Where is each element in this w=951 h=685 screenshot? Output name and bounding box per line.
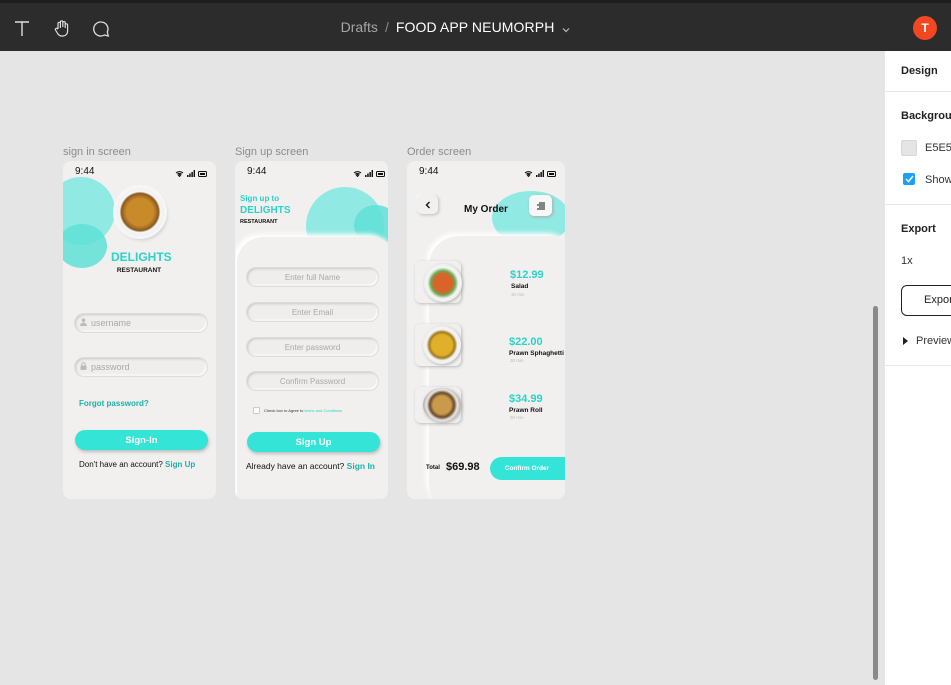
item-name: Prawn Roll: [509, 407, 543, 414]
signup-prompt-text: Don't have an account?: [79, 460, 163, 469]
user-avatar[interactable]: T: [913, 16, 937, 40]
signal-icon: [536, 170, 544, 177]
salad-image: [424, 264, 462, 302]
checkmark-icon: [904, 175, 914, 183]
decor-circle: [63, 224, 107, 268]
item-meta: 30 min: [510, 358, 524, 363]
brand-subtitle: RESTAURANT: [116, 267, 162, 274]
signal-icon: [187, 170, 195, 177]
signup-heading-sub: RESTAURANT: [240, 219, 278, 225]
divider: [885, 91, 951, 92]
show-checkbox[interactable]: [903, 173, 915, 185]
item-price: $34.99: [509, 393, 543, 405]
password-input[interactable]: password: [75, 358, 207, 376]
status-icons: [175, 170, 208, 177]
sign-up-frame[interactable]: 9:44 Sign up to DELIGHTS RESTAURANT Ente…: [235, 161, 388, 499]
sign-up-link[interactable]: Sign Up: [165, 460, 195, 469]
sign-in-link[interactable]: Sign In: [347, 461, 375, 471]
signal-icon: [365, 170, 373, 177]
item-meta: 30 min: [511, 292, 525, 297]
item-meta: 30 min: [510, 415, 524, 420]
spaghetti-image: [423, 326, 461, 364]
frame-label-sign-in[interactable]: sign in screen: [63, 146, 131, 158]
brand-title: DELIGHTS: [111, 250, 172, 264]
sign-up-button[interactable]: Sign Up: [247, 432, 380, 452]
password-placeholder: password: [91, 362, 130, 372]
sign-in-frame[interactable]: 9:44 DELIGHTS RESTAURANT username passwo…: [63, 161, 216, 499]
item-price: $22.00: [509, 336, 543, 348]
breadcrumb: Drafts / FOOD APP NEUMORPH: [0, 19, 911, 36]
chevron-left-icon: [425, 201, 430, 208]
total-label: Total: [426, 465, 440, 471]
breadcrumb-drafts[interactable]: Drafts: [341, 19, 378, 35]
background-hex-value[interactable]: E5E5: [925, 142, 951, 154]
wifi-icon: [353, 171, 362, 177]
signin-prompt-text: Already have an account?: [246, 461, 345, 471]
export-button[interactable]: Expor: [901, 285, 951, 316]
show-label: Show: [925, 174, 951, 186]
tab-design[interactable]: Design: [901, 65, 938, 77]
terms-checkbox[interactable]: [253, 407, 260, 414]
export-heading: Export: [901, 223, 936, 235]
username-input[interactable]: username: [75, 314, 207, 332]
wifi-icon: [175, 171, 184, 177]
user-icon: [80, 318, 87, 328]
password-input[interactable]: Enter password: [247, 338, 378, 356]
status-time: 9:44: [419, 166, 439, 177]
menu-icon: [537, 202, 545, 209]
battery-icon: [547, 170, 556, 177]
signup-prompt: Don't have an account? Sign Up: [79, 460, 195, 469]
canvas-scrollbar[interactable]: [873, 306, 878, 680]
terms-link[interactable]: terms and Conditions: [304, 408, 342, 413]
preview-label[interactable]: Preview: [916, 335, 951, 347]
item-name: Prawn Sphaghetti: [509, 350, 564, 357]
divider: [885, 365, 951, 366]
prawn-roll-image: [423, 388, 461, 422]
username-placeholder: username: [91, 318, 132, 328]
battery-icon: [376, 170, 385, 177]
signin-prompt: Already have an account? Sign In: [246, 461, 375, 471]
top-toolbar: Drafts / FOOD APP NEUMORPH T: [0, 0, 951, 51]
sign-in-button[interactable]: Sign-In: [75, 430, 208, 450]
frame-label-order[interactable]: Order screen: [407, 146, 471, 158]
full-name-input[interactable]: Enter full Name: [247, 268, 378, 286]
email-input[interactable]: Enter Email: [247, 303, 378, 321]
back-button[interactable]: [417, 195, 438, 214]
terms-prefix: Check box to Agree to: [264, 408, 304, 413]
chevron-down-icon[interactable]: [562, 20, 570, 36]
menu-button[interactable]: [529, 195, 552, 216]
item-name: Salad: [511, 283, 529, 290]
wifi-icon: [524, 171, 533, 177]
terms-text: Check box to Agree to terms and Conditio…: [264, 408, 342, 413]
lock-icon: [80, 362, 87, 372]
export-scale[interactable]: 1x: [901, 255, 913, 267]
item-price: $12.99: [510, 269, 544, 281]
status-icons: [353, 170, 386, 177]
file-name[interactable]: FOOD APP NEUMORPH: [396, 19, 555, 35]
battery-icon: [198, 170, 207, 177]
caret-right-icon[interactable]: [903, 337, 908, 345]
order-frame[interactable]: 9:44 My Order $12.99 Salad 30 min $22.00…: [407, 161, 565, 499]
properties-panel: Design Backgrou E5E5 Show Export 1x Expo…: [884, 51, 951, 685]
frame-label-sign-up[interactable]: Sign up screen: [235, 146, 308, 158]
background-color-swatch[interactable]: [901, 140, 917, 156]
signup-heading-line1: Sign up to: [240, 194, 280, 203]
total-value: $69.98: [446, 461, 480, 473]
confirm-order-button[interactable]: Confirm Order: [490, 457, 565, 480]
background-heading: Backgrou: [901, 110, 951, 122]
status-time: 9:44: [247, 166, 267, 177]
food-plate-image: [116, 188, 164, 236]
divider: [885, 204, 951, 205]
status-time: 9:44: [75, 166, 95, 177]
confirm-password-input[interactable]: Confirm Password: [247, 372, 378, 390]
signup-heading-brand: DELIGHTS: [240, 205, 291, 216]
order-title: My Order: [464, 204, 508, 215]
status-icons: [524, 170, 557, 177]
breadcrumb-separator: /: [384, 19, 389, 35]
forgot-password-link[interactable]: Forgot password?: [79, 399, 149, 408]
